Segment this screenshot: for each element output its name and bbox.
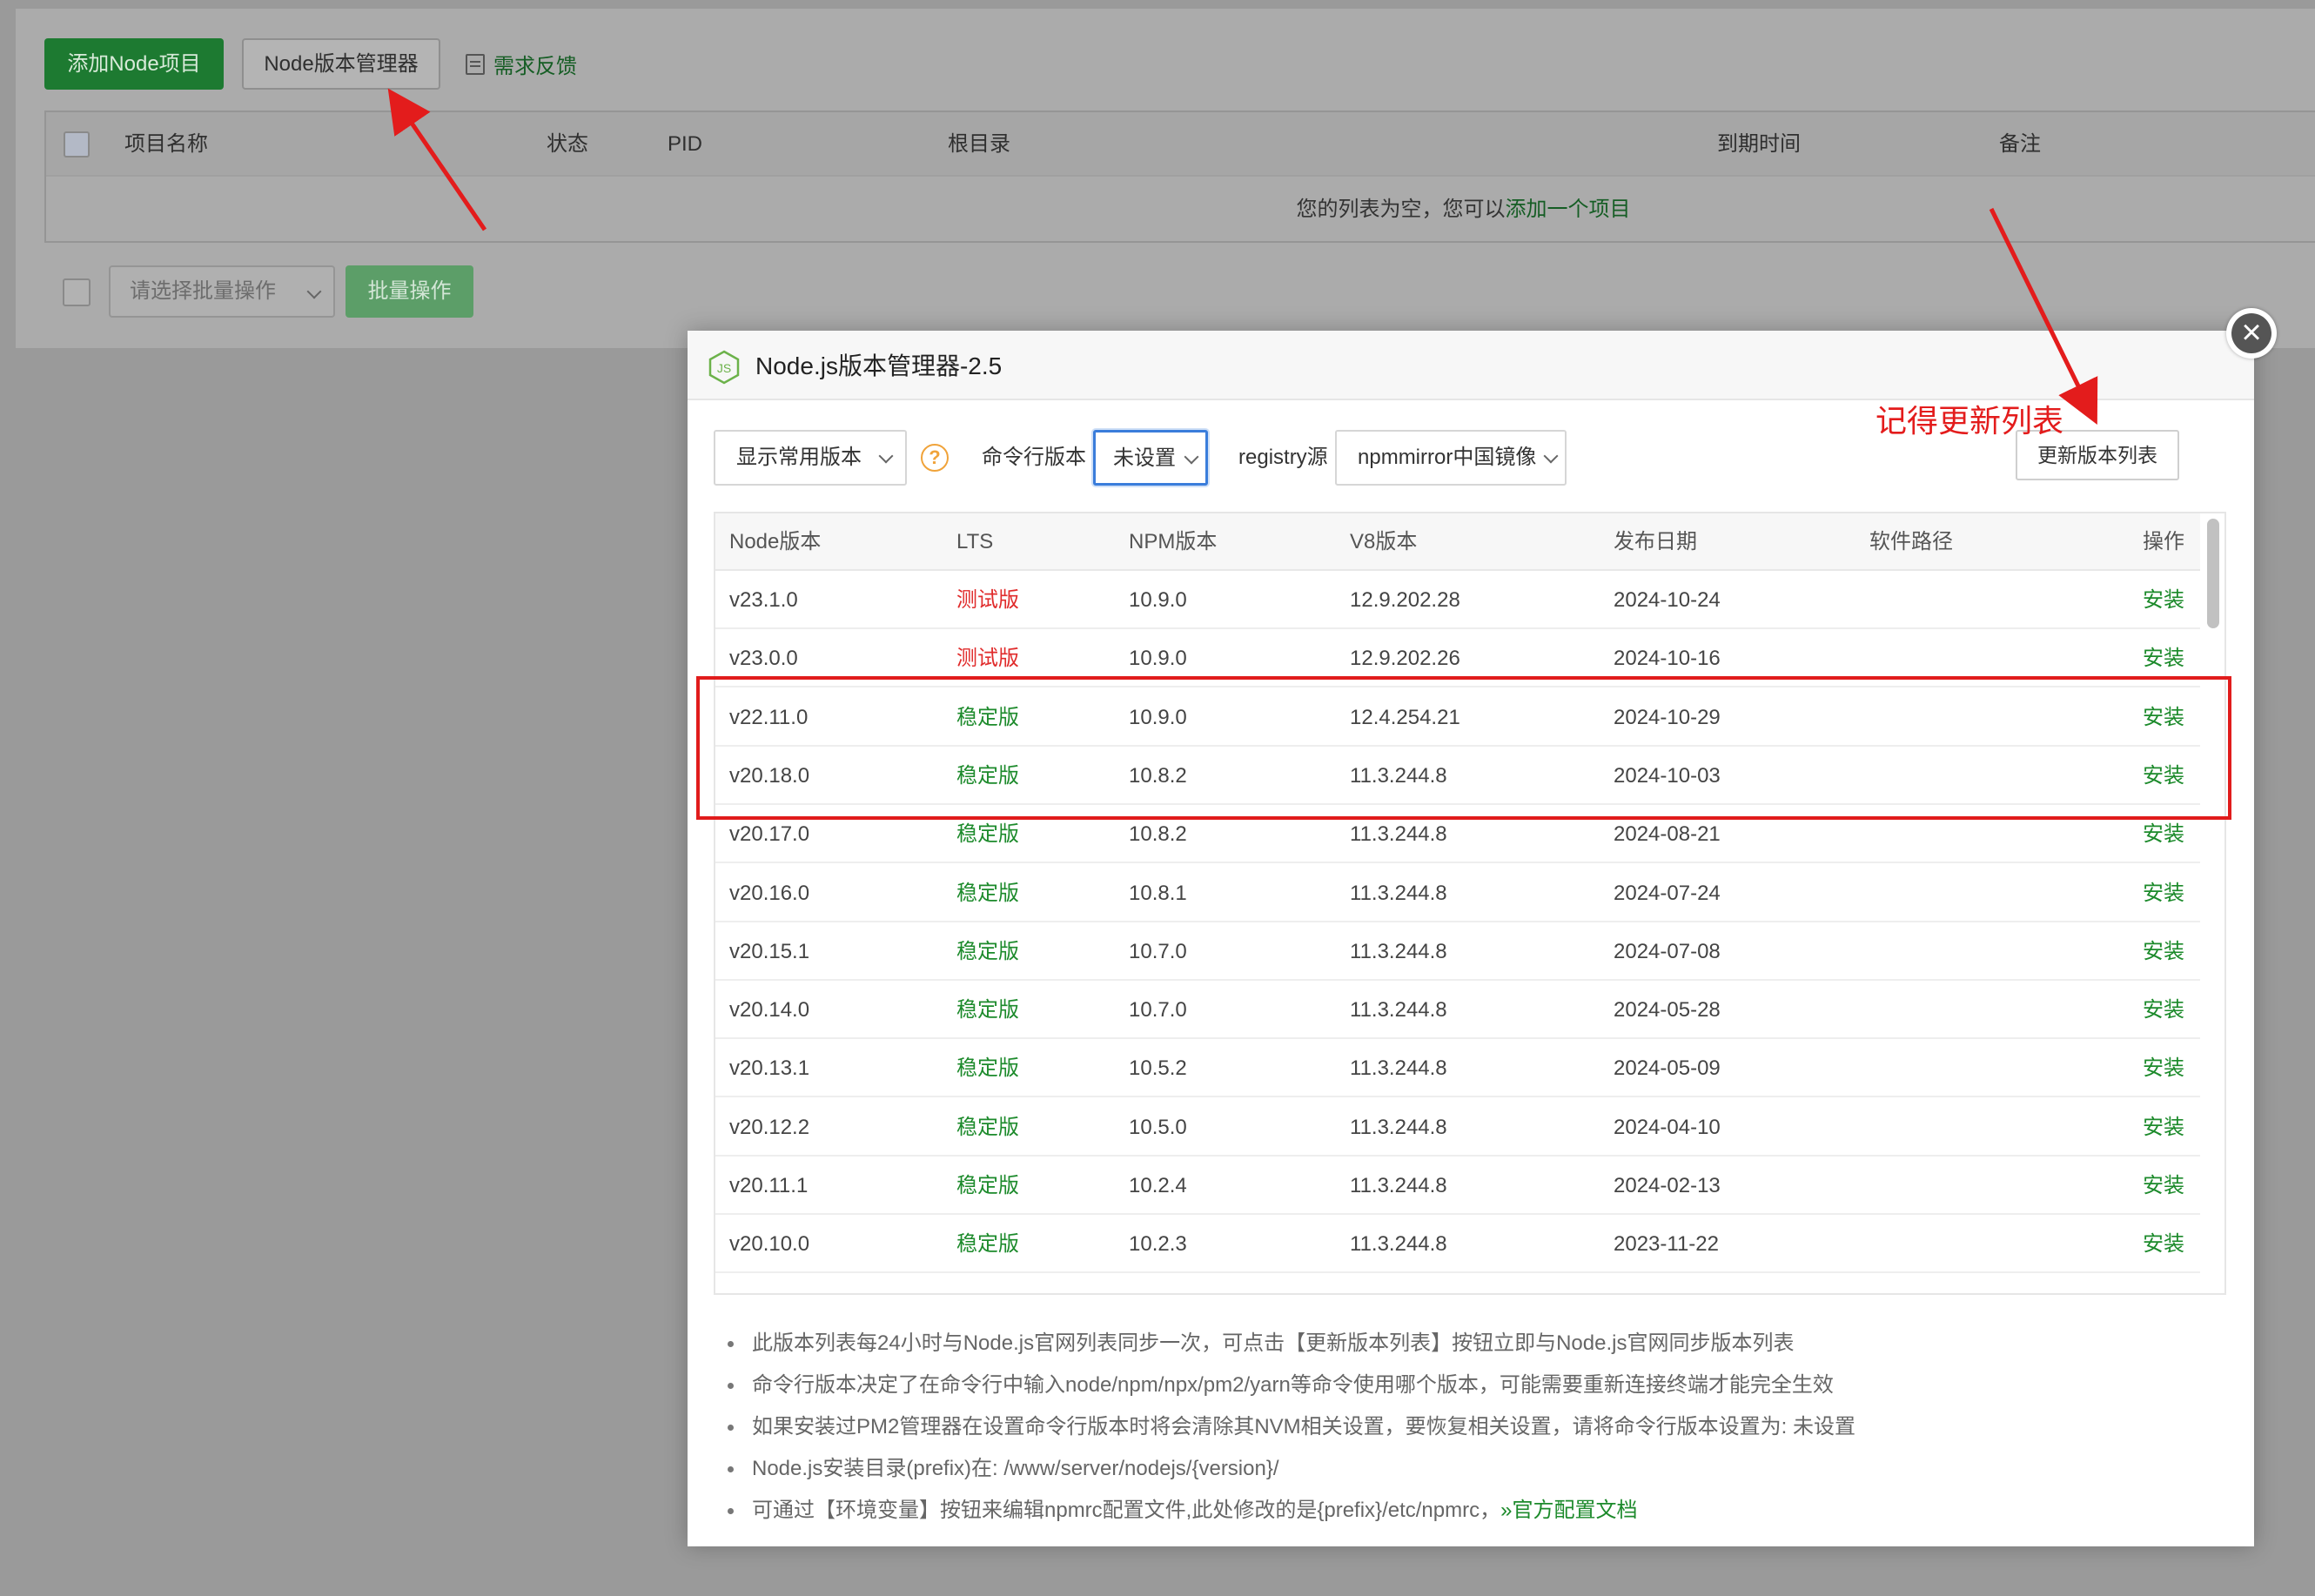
arrow-to-manager-button — [387, 88, 487, 231]
annotation-arrows — [387, 88, 2098, 425]
arrow-to-update-button — [1989, 207, 2098, 425]
